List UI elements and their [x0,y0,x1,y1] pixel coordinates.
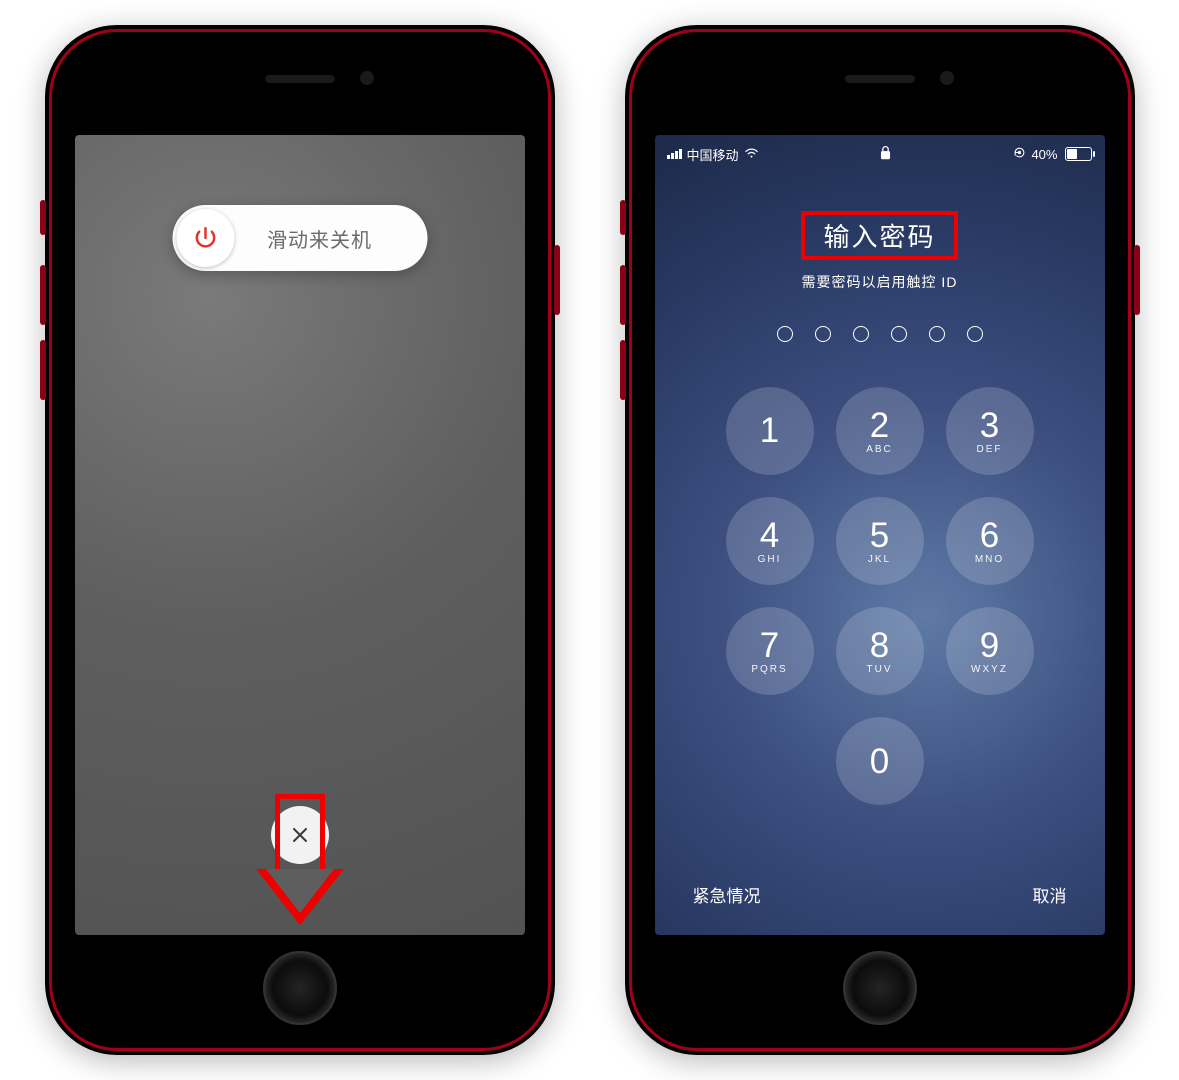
annotation-arrow-head-icon [256,869,344,925]
passcode-dot [777,326,793,342]
volume-down-button[interactable] [620,340,626,400]
front-camera [360,71,374,85]
keypad-key-2[interactable]: 2ABC [836,387,924,475]
wifi-icon [744,147,759,162]
passcode-subtitle: 需要密码以启用触控 ID [655,272,1105,292]
passcode-dot [815,326,831,342]
keypad-key-9[interactable]: 9WXYZ [946,607,1034,695]
cellular-signal-icon [667,149,682,159]
power-button[interactable] [554,245,560,315]
phone-frame-left: 滑动来关机 取消 [45,25,555,1055]
mute-switch[interactable] [620,200,626,235]
passcode-dot [967,326,983,342]
passcode-title: 输入密码 [823,217,935,254]
keypad-key-1[interactable]: 1 [726,387,814,475]
power-off-screen: 滑动来关机 取消 [75,135,525,935]
home-button[interactable] [843,951,917,1025]
battery-percent: 40% [1031,147,1057,162]
keypad-key-6[interactable]: 6MNO [946,497,1034,585]
power-icon[interactable] [176,209,234,267]
orientation-lock-icon [1013,146,1026,162]
keypad-key-3[interactable]: 3DEF [946,387,1034,475]
annotation-highlight-box: 输入密码 [801,211,957,260]
volume-up-button[interactable] [620,265,626,325]
numeric-keypad: 1 2ABC 3DEF 4GHI 5JKL 6MNO 7PQRS 8TUV 9W… [655,387,1105,805]
annotation-arrow-icon [275,794,325,869]
passcode-dots [655,326,1105,342]
power-button[interactable] [1134,245,1140,315]
home-button[interactable] [263,951,337,1025]
passcode-screen: 中国移动 40% 输入密码 [655,135,1105,935]
keypad-key-8[interactable]: 8TUV [836,607,924,695]
power-off-slider-label: 滑动来关机 [234,224,427,253]
volume-up-button[interactable] [40,265,46,325]
passcode-dot [853,326,869,342]
front-camera [940,71,954,85]
phone-frame-right: 中国移动 40% 输入密码 [625,25,1135,1055]
status-bar: 中国移动 40% [655,135,1105,167]
lock-icon [879,145,892,163]
speaker-grill [265,75,335,83]
keypad-key-4[interactable]: 4GHI [726,497,814,585]
emergency-button[interactable]: 紧急情况 [693,882,761,907]
carrier-label: 中国移动 [687,145,739,164]
power-off-slider[interactable]: 滑动来关机 [172,205,427,271]
keypad-key-7[interactable]: 7PQRS [726,607,814,695]
keypad-key-0[interactable]: 0 [836,717,924,805]
passcode-dot [929,326,945,342]
passcode-dot [891,326,907,342]
cancel-button[interactable]: 取消 [1033,882,1067,907]
speaker-grill [845,75,915,83]
mute-switch[interactable] [40,200,46,235]
volume-down-button[interactable] [40,340,46,400]
battery-icon [1062,147,1092,161]
keypad-key-5[interactable]: 5JKL [836,497,924,585]
